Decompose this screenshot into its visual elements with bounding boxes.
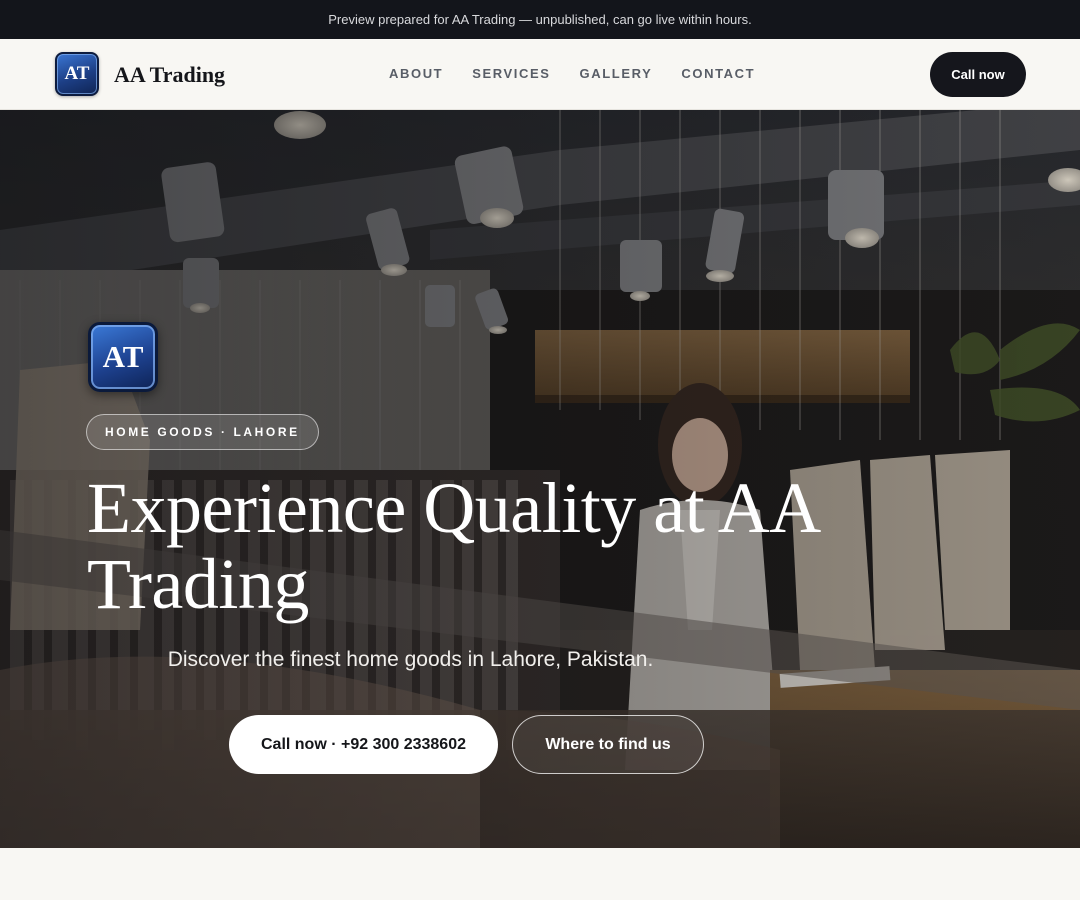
next-section <box>0 848 1080 900</box>
brand-logo-initials: AT <box>64 63 90 84</box>
hero-title: Experience Quality at AA Trading <box>87 468 817 624</box>
nav-link-gallery[interactable]: GALLERY <box>579 66 654 81</box>
hero-logo: AT <box>88 322 158 392</box>
hero-logo-initials: AT <box>102 339 144 374</box>
preview-banner: Preview prepared for AA Trading — unpubl… <box>0 0 1080 39</box>
brand-name[interactable]: AA Trading <box>114 62 225 88</box>
hero-subtitle: Discover the finest home goods in Lahore… <box>167 648 654 671</box>
nav-link-services[interactable]: SERVICES <box>471 66 551 81</box>
nav-link-about[interactable]: ABOUT <box>388 66 444 81</box>
hero-location-button[interactable]: Where to find us <box>512 715 704 774</box>
preview-banner-text: Preview prepared for AA Trading — unpubl… <box>328 12 752 27</box>
hero-section: AT HOME GOODS · LAHORE Experience Qualit… <box>0 110 1080 848</box>
nav-link-contact[interactable]: CONTACT <box>680 66 756 81</box>
main-nav: ABOUT SERVICES GALLERY CONTACT <box>388 66 756 81</box>
hero-call-button[interactable]: Call now · +92 300 2338602 <box>229 715 498 774</box>
hero-category-tag: HOME GOODS · LAHORE <box>86 414 319 450</box>
header-call-button[interactable]: Call now <box>930 52 1026 97</box>
site-header: AT AA Trading ABOUT SERVICES GALLERY CON… <box>0 39 1080 110</box>
brand-logo[interactable]: AT <box>55 52 99 96</box>
